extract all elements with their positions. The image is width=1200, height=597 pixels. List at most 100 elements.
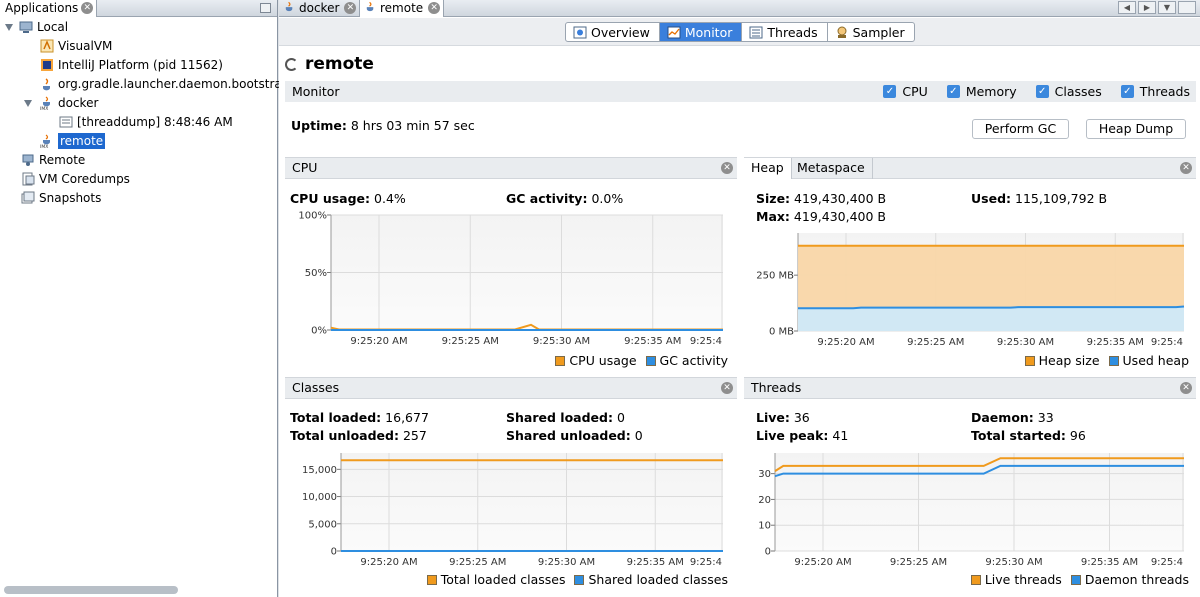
total-started-stat: Total started: 96 <box>971 428 1086 443</box>
legend-label: Shared loaded classes <box>588 572 728 587</box>
page-title-text: remote <box>305 54 374 74</box>
legend-label: Daemon threads <box>1084 572 1189 587</box>
y-tick-label: 10 <box>758 521 771 532</box>
legend-label: GC activity <box>659 353 728 368</box>
stat-value: 0 <box>634 428 643 443</box>
close-icon[interactable]: ✕ <box>1180 382 1192 394</box>
tab-metaspace[interactable]: Metaspace <box>790 158 873 179</box>
remote-icon <box>22 154 34 166</box>
svg-text:JMX: JMX <box>40 106 48 110</box>
legend-item: Shared loaded classes <box>574 572 728 587</box>
tree-node-docker[interactable]: JMX docker <box>40 94 98 113</box>
series-area <box>798 306 1184 331</box>
plot-area <box>341 453 723 551</box>
close-icon[interactable]: ✕ <box>1180 162 1192 174</box>
classes-checkbox[interactable]: ✓ Classes <box>1035 81 1102 102</box>
checkbox-label: Threads <box>1139 84 1190 99</box>
threads-checkbox[interactable]: ✓ Threads <box>1120 81 1190 102</box>
tree-node-label: VM Coredumps <box>39 172 130 186</box>
uptime-label: Uptime: <box>291 118 347 133</box>
close-icon[interactable]: ✕ <box>344 2 357 14</box>
tree-node-local[interactable]: Local <box>19 18 68 37</box>
stat-value: 419,430,400 B <box>794 191 887 206</box>
legend-item: Total loaded classes <box>426 572 565 587</box>
svg-text:JMX: JMX <box>40 144 48 148</box>
x-tick-label: 9:25:20 AM <box>794 557 851 568</box>
memory-checkbox[interactable]: ✓ Memory <box>946 81 1017 102</box>
applications-tab[interactable]: Applications ✕ <box>0 0 98 17</box>
perform-gc-button[interactable]: Perform GC <box>972 119 1069 139</box>
tree-node-coredumps[interactable]: VM Coredumps <box>21 170 130 189</box>
scroll-right-icon[interactable]: ▶ <box>1138 1 1156 14</box>
stat-label: Live: <box>756 410 790 425</box>
minimize-icon[interactable] <box>260 3 271 13</box>
x-tick-label: 9:25:25 AM <box>449 557 506 568</box>
tab-sampler[interactable]: Sampler <box>828 23 914 41</box>
stat-label: Max: <box>756 209 790 224</box>
page-title: remote <box>285 54 374 74</box>
snapshots-icon <box>21 191 35 204</box>
stat-label: Total started: <box>971 428 1066 443</box>
expand-arrow-icon[interactable] <box>5 24 13 31</box>
tree-node-snapshots[interactable]: Snapshots <box>21 189 101 208</box>
cpu-checkbox[interactable]: ✓ CPU <box>883 81 928 102</box>
tree-node-gradle[interactable]: org.gradle.launcher.daemon.bootstrap.G <box>40 75 302 94</box>
total-unloaded-stat: Total unloaded: 257 <box>290 428 427 443</box>
doc-tab-docker[interactable]: docker ✕ <box>279 0 361 17</box>
x-tick-label: 9:25:25 AM <box>442 336 499 347</box>
spinner-icon <box>285 57 298 71</box>
daemon-threads-stat: Daemon: 33 <box>971 410 1054 425</box>
stat-label: Shared loaded: <box>506 410 613 425</box>
y-tick-label: 0 <box>331 547 337 558</box>
sampler-icon <box>837 26 847 38</box>
jmx-icon <box>285 1 293 12</box>
live-peak-stat: Live peak: 41 <box>756 428 848 443</box>
heap-used-stat: Used: 115,109,792 B <box>971 191 1107 206</box>
legend-swatch <box>645 355 656 366</box>
tab-monitor[interactable]: Monitor <box>659 23 743 41</box>
uptime-value: 8 hrs 03 min 57 sec <box>350 118 475 133</box>
jmx-icon: JMX <box>40 134 50 148</box>
stat-label: Shared unloaded: <box>506 428 631 443</box>
tree-node-remote-hosts[interactable]: Remote <box>21 151 85 170</box>
close-icon[interactable]: ✕ <box>428 2 441 14</box>
doc-tab-remote[interactable]: remote ✕ <box>360 0 445 17</box>
stat-value: 0.4% <box>374 191 406 206</box>
expand-arrow-icon[interactable] <box>24 100 32 107</box>
threads-chart: 9:25:20 AM 9:25:25 AM 9:25:30 AM 9:25:35 AM… <box>758 453 1184 568</box>
visualvm-icon <box>40 39 54 53</box>
tree-node-intellij[interactable]: IntelliJ Platform (pid 11562) <box>40 56 223 75</box>
stat-label: Size: <box>756 191 791 206</box>
applications-panel: Applications ✕ Local VisualVM IntelliJ P… <box>0 0 302 597</box>
threads-panel-title: Threads <box>751 380 802 395</box>
doc-tab-label: docker <box>299 1 340 15</box>
heap-max-stat: Max: 419,430,400 B <box>756 209 886 224</box>
tab-overview[interactable]: Overview <box>566 23 660 41</box>
monitor-section-label: Monitor <box>292 84 340 99</box>
intellij-icon <box>41 59 53 71</box>
legend-swatch <box>970 574 981 585</box>
tree-node-visualvm[interactable]: VisualVM <box>40 37 112 56</box>
tab-threads[interactable]: Threads <box>742 23 828 41</box>
close-icon[interactable]: ✕ <box>721 162 733 174</box>
horizontal-scrollbar[interactable] <box>4 586 178 594</box>
scroll-left-icon[interactable]: ◀ <box>1118 1 1136 14</box>
monitor-checkboxes: ✓ CPU ✓ Memory ✓ Classes ✓ Threads <box>883 81 1190 102</box>
y-tick-label: 100% <box>298 211 327 222</box>
checkbox-checked-icon: ✓ <box>1035 85 1049 98</box>
tree-node-remote[interactable]: JMX remote <box>40 132 106 151</box>
jmx-icon <box>366 1 374 12</box>
y-tick-label: 0 <box>765 547 771 558</box>
tab-heap[interactable]: Heap <box>744 158 792 179</box>
y-tick-label: 15,000 <box>302 465 337 476</box>
legend-item: Daemon threads <box>1070 572 1189 587</box>
tree-node-threaddump[interactable]: [threaddump] 8:48:46 AM <box>59 113 233 132</box>
stat-label: Live peak: <box>756 428 829 443</box>
tab-label: Overview <box>591 24 650 40</box>
legend-swatch <box>574 574 585 585</box>
maximize-icon[interactable] <box>1178 1 1196 14</box>
tab-list-icon[interactable]: ▼ <box>1158 1 1176 14</box>
close-icon[interactable]: ✕ <box>81 2 94 14</box>
close-icon[interactable]: ✕ <box>721 382 733 394</box>
heap-dump-button[interactable]: Heap Dump <box>1086 119 1186 139</box>
